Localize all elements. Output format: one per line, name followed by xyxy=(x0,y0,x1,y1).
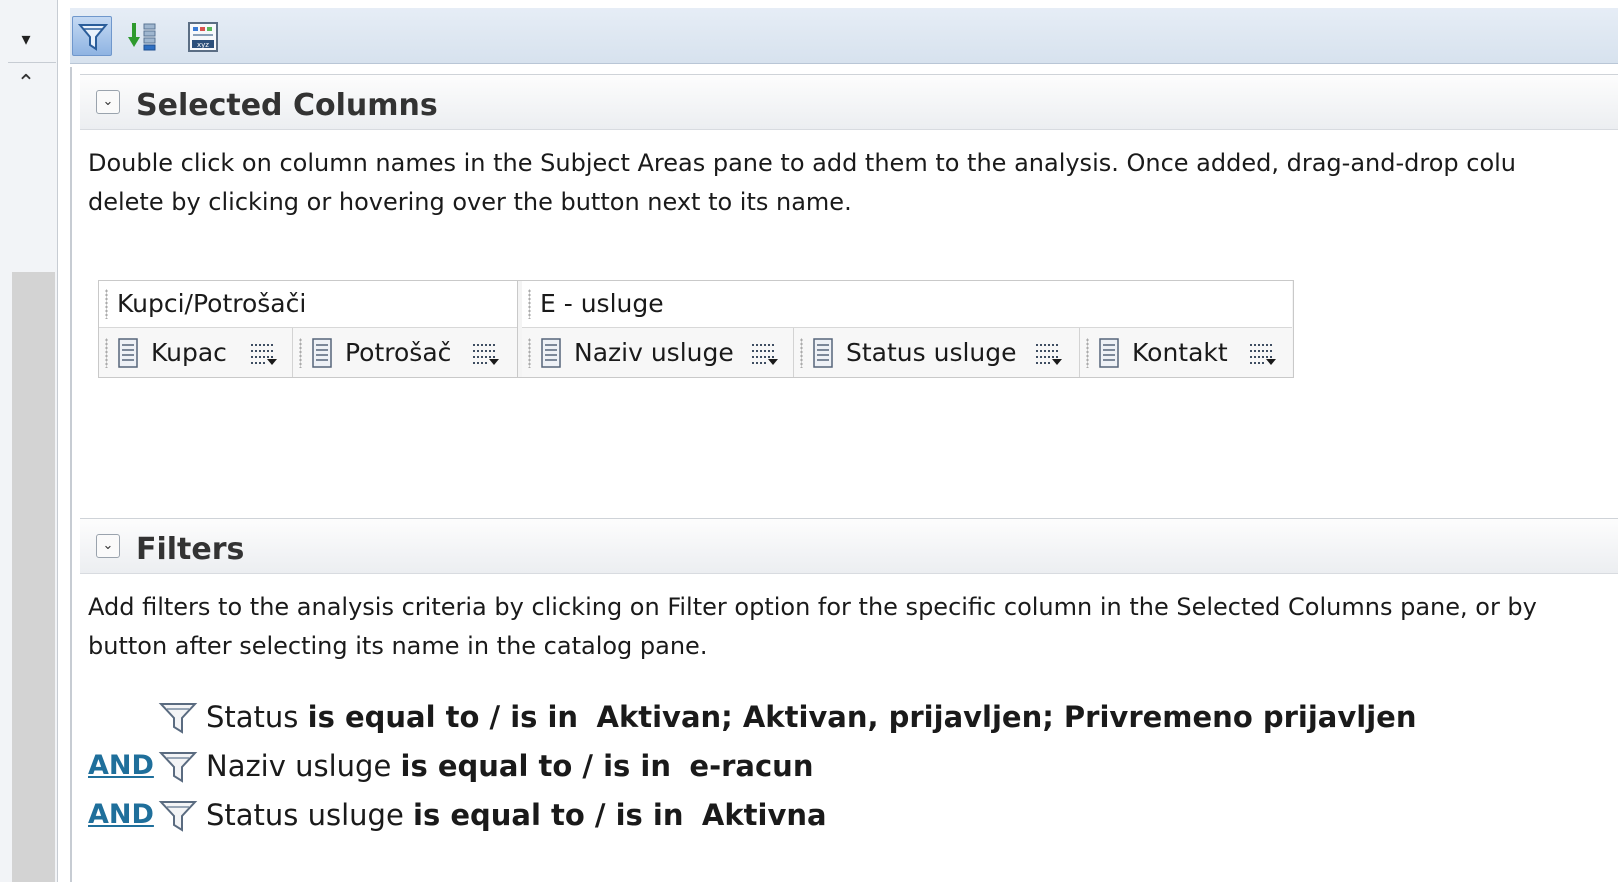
drag-handle-icon[interactable] xyxy=(528,338,531,368)
filter-icon[interactable] xyxy=(158,799,198,833)
column-menu-icon[interactable] xyxy=(471,342,501,368)
column-menu-icon[interactable] xyxy=(249,342,279,368)
selected-columns-desc-line1: Double click on column names in the Subj… xyxy=(88,149,1517,177)
group-header[interactable]: E - usluge xyxy=(522,281,1292,328)
column-menu-icon[interactable] xyxy=(1248,342,1278,368)
column-group-e-usluge[interactable]: E - usluge Naziv usluge Status usluge Ko… xyxy=(522,281,1292,377)
filter-column: Status xyxy=(206,700,299,734)
group-label: Kupci/Potrošači xyxy=(117,289,307,318)
column-properties-button[interactable]: xyz xyxy=(182,16,222,56)
group-label: E - usluge xyxy=(540,289,664,318)
show-filters-button[interactable] xyxy=(72,16,112,56)
drag-handle-icon[interactable] xyxy=(299,338,302,368)
column-label: Kupac xyxy=(151,338,227,367)
selected-columns-title: Selected Columns xyxy=(136,88,438,123)
rail-divider xyxy=(8,62,56,63)
drag-handle-icon[interactable] xyxy=(1086,338,1089,368)
filter-column: Naziv usluge xyxy=(206,749,392,783)
drag-handle-icon[interactable] xyxy=(528,289,531,319)
column-icon xyxy=(118,338,138,368)
filters-header: ⌄ Filters xyxy=(80,518,1618,574)
group-header[interactable]: Kupci/Potrošači xyxy=(99,281,517,328)
chevron-down-icon[interactable]: ⌄ xyxy=(96,90,120,114)
filter-values: Aktivan; Aktivan, prijavljen; Privremeno… xyxy=(596,700,1417,734)
filter-connector[interactable]: AND xyxy=(88,744,154,788)
filter-connector[interactable]: AND xyxy=(88,793,154,837)
drag-handle-icon[interactable] xyxy=(800,338,803,368)
criteria-content: ⌄ Selected Columns Double click on colum… xyxy=(70,67,1618,882)
filter-expression: Status usluge is equal to / is in Aktivn… xyxy=(206,793,827,837)
filters-description: Add filters to the analysis criteria by … xyxy=(88,588,1618,666)
selected-columns-desc-line2: delete by clicking or hovering over the … xyxy=(88,188,852,216)
selected-columns-description: Double click on column names in the Subj… xyxy=(88,144,1618,222)
filter-operator: is equal to / is in xyxy=(400,749,671,783)
filters-title: Filters xyxy=(136,532,245,567)
filters-desc-line2: button after selecting its name in the c… xyxy=(88,632,708,660)
svg-text:xyz: xyz xyxy=(197,41,209,49)
column-label: Status usluge xyxy=(846,338,1017,367)
column-label: Potrošač xyxy=(345,338,452,367)
left-rail: ▾ ⌃ xyxy=(0,0,58,882)
filter-icon xyxy=(78,24,108,51)
filter-operator: is equal to / is in xyxy=(307,700,579,734)
filter-icon[interactable] xyxy=(158,701,198,735)
column-cell-kupac[interactable]: Kupac xyxy=(99,328,293,377)
sort-icon xyxy=(128,23,156,51)
criteria-toolbar: xyz xyxy=(70,8,1618,64)
column-cell-naziv-usluge[interactable]: Naziv usluge xyxy=(522,328,794,377)
column-icon xyxy=(312,338,332,368)
column-label: Naziv usluge xyxy=(574,338,734,367)
column-menu-icon[interactable] xyxy=(1034,342,1064,368)
column-label: Kontakt xyxy=(1132,338,1228,367)
scroll-up-icon[interactable]: ⌃ xyxy=(12,70,40,98)
filters-desc-line1: Add filters to the analysis criteria by … xyxy=(88,593,1537,621)
filter-values: Aktivna xyxy=(701,798,827,832)
selected-columns-table: Kupci/Potrošači Kupac Potrošač E - uslug… xyxy=(98,280,1294,378)
filter-icon[interactable] xyxy=(158,750,198,784)
filter-operator: is equal to / is in xyxy=(413,798,684,832)
column-cell-status-usluge[interactable]: Status usluge xyxy=(794,328,1080,377)
filter-expression: Naziv usluge is equal to / is in e-racun xyxy=(206,744,813,788)
drag-handle-icon[interactable] xyxy=(105,289,108,319)
column-cell-potrosac[interactable]: Potrošač xyxy=(293,328,517,377)
column-menu-icon[interactable] xyxy=(750,342,780,368)
rail-scrollbar[interactable] xyxy=(12,272,55,882)
column-group-kupci[interactable]: Kupci/Potrošači Kupac Potrošač xyxy=(99,281,518,377)
filter-values: e-racun xyxy=(689,749,814,783)
column-cell-kontakt[interactable]: Kontakt xyxy=(1080,328,1292,377)
drag-handle-icon[interactable] xyxy=(105,338,108,368)
rail-dropdown-icon[interactable]: ▾ xyxy=(12,28,40,52)
filter-expression: Status is equal to / is in Aktivan; Akti… xyxy=(206,695,1416,739)
selected-columns-header: ⌄ Selected Columns xyxy=(80,74,1618,130)
xyz-icon: xyz xyxy=(188,22,218,52)
column-icon xyxy=(541,338,561,368)
filter-column: Status usluge xyxy=(206,798,404,832)
column-icon xyxy=(1099,338,1119,368)
sort-button[interactable] xyxy=(122,16,162,56)
chevron-down-icon[interactable]: ⌄ xyxy=(96,534,120,558)
column-icon xyxy=(813,338,833,368)
